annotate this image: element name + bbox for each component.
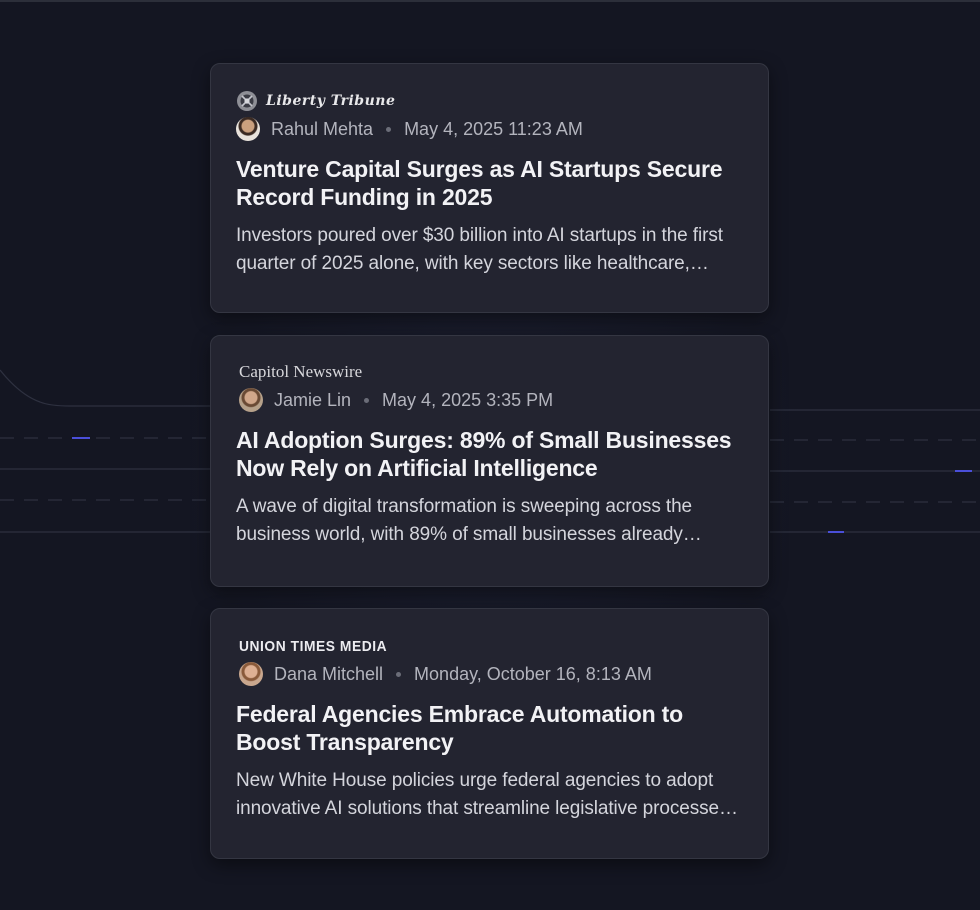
article-headline[interactable]: Venture Capital Surges as AI Startups Se… (236, 155, 744, 211)
publish-date: May 4, 2025 11:23 AM (404, 118, 583, 139)
publisher-name: UNION TIMES MEDIA (239, 637, 388, 655)
article-meta: Jamie Lin May 4, 2025 3:35 PM (236, 386, 744, 414)
separator-dot (396, 671, 402, 677)
article-headline[interactable]: AI Adoption Surges: 89% of Small Busines… (236, 426, 744, 482)
publisher-name: Liberty Tribune (266, 93, 396, 109)
article-meta: Dana Mitchell Monday, October 16, 8:13 A… (236, 660, 744, 688)
author-avatar (239, 388, 263, 412)
author-name: Rahul Mehta (271, 118, 374, 139)
article-summary: A wave of digital transformation is swee… (236, 496, 693, 545)
article-summary: New White House policies urge federal ag… (236, 770, 729, 819)
author-avatar (239, 662, 263, 686)
separator-dot (364, 397, 370, 403)
news-card[interactable]: UNION TIMES MEDIA Dana Mitchell Monday, … (210, 608, 769, 859)
author-name: Jamie Lin (274, 389, 352, 410)
separator-dot (386, 126, 392, 132)
tribune-emblem-icon (236, 90, 258, 112)
news-card[interactable]: Capitol Newswire Jamie Lin May 4, 2025 3… (210, 335, 769, 587)
article-summary: Investors poured over $30 billion into A… (236, 225, 723, 274)
author-name: Dana Mitchell (274, 663, 384, 684)
publish-date: Monday, October 16, 8:13 AM (414, 663, 652, 684)
publisher-name: Capitol Newswire (239, 362, 363, 381)
news-card[interactable]: Liberty Tribune Rahul Mehta May 4, 2025 … (210, 63, 769, 313)
article-headline[interactable]: Federal Agencies Embrace Automation to B… (236, 700, 744, 756)
publisher: Capitol Newswire (236, 360, 744, 384)
publish-date: May 4, 2025 3:35 PM (382, 389, 554, 410)
article-meta: Rahul Mehta May 4, 2025 11:23 AM (236, 115, 744, 143)
author-avatar (236, 117, 260, 141)
publisher: Liberty Tribune (236, 89, 744, 113)
publisher: UNION TIMES MEDIA (236, 634, 744, 658)
